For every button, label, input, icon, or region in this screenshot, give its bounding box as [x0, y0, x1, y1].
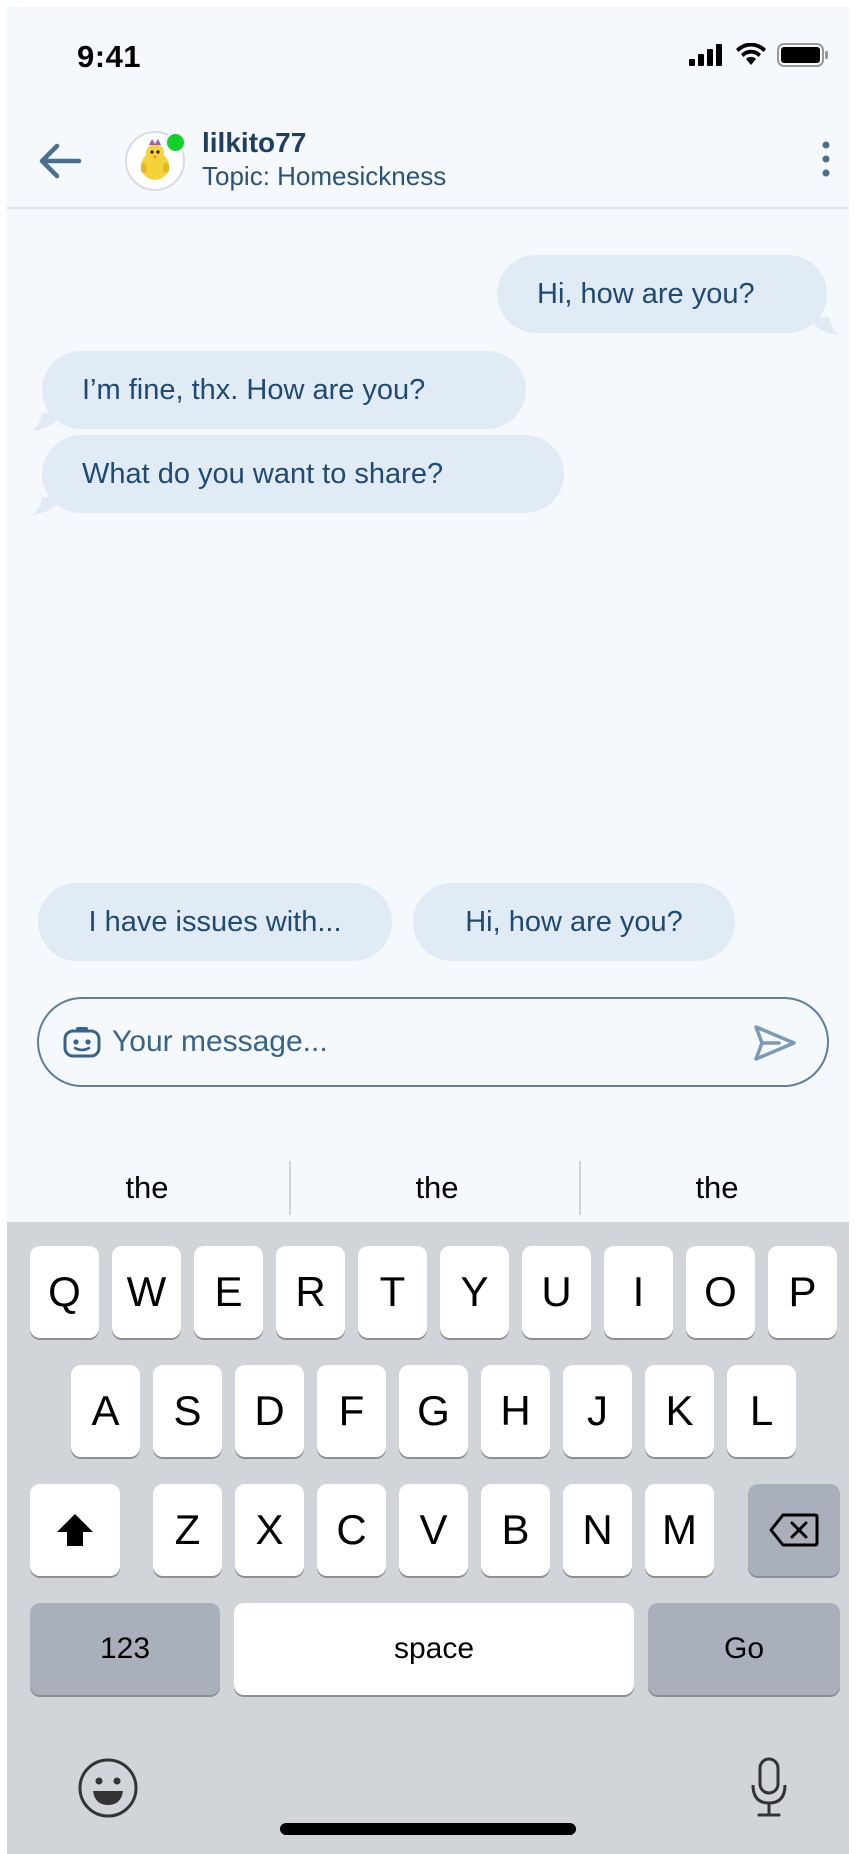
- key-g[interactable]: G: [399, 1365, 468, 1457]
- status-icons: [689, 43, 829, 67]
- outgoing-message: Hi, how are you?: [497, 255, 827, 333]
- cellular-signal-icon: [689, 44, 722, 66]
- message-text: What do you want to share?: [82, 458, 444, 490]
- bubble-tail: [32, 497, 56, 515]
- prediction-divider: [289, 1161, 291, 1215]
- key-m[interactable]: M: [645, 1484, 714, 1576]
- battery-icon: [777, 43, 828, 67]
- prediction-suggestion[interactable]: the: [577, 1145, 849, 1231]
- numbers-key[interactable]: 123: [30, 1603, 220, 1695]
- key-k[interactable]: K: [645, 1365, 714, 1457]
- more-options-icon[interactable]: [819, 139, 833, 179]
- microphone-icon[interactable]: [749, 1757, 789, 1819]
- quick-reply-chip[interactable]: Hi, how are you?: [413, 883, 735, 961]
- chat-partner-name[interactable]: lilkito77: [202, 127, 306, 159]
- chat-topic: Topic: Homesickness: [202, 161, 447, 191]
- key-q[interactable]: Q: [30, 1246, 99, 1338]
- key-p[interactable]: P: [768, 1246, 837, 1338]
- back-arrow-icon[interactable]: [37, 141, 83, 181]
- chat-screen: 9:41 lilkito77 Topic: Homesickness Hi, h…: [0, 0, 856, 1854]
- incoming-message: What do you want to share?: [42, 435, 564, 513]
- key-e[interactable]: E: [194, 1246, 263, 1338]
- shift-arrow-icon: [57, 1514, 93, 1546]
- key-h[interactable]: H: [481, 1365, 550, 1457]
- key-d[interactable]: D: [235, 1365, 304, 1457]
- keyboard: Q W E R T Y U I O P A S D F G H J K L Z …: [7, 1222, 849, 1854]
- online-status-dot: [165, 132, 186, 153]
- message-text: I’m fine, thx. How are you?: [82, 374, 426, 406]
- key-y[interactable]: Y: [440, 1246, 509, 1338]
- incoming-message: I’m fine, thx. How are you?: [42, 351, 526, 429]
- send-icon[interactable]: [753, 1023, 797, 1063]
- key-z[interactable]: Z: [153, 1484, 222, 1576]
- quick-reply-chip[interactable]: I have issues with...: [38, 883, 392, 961]
- message-text: Hi, how are you?: [537, 278, 755, 310]
- key-c[interactable]: C: [317, 1484, 386, 1576]
- key-f[interactable]: F: [317, 1365, 386, 1457]
- key-r[interactable]: R: [276, 1246, 345, 1338]
- message-input[interactable]: [112, 999, 712, 1085]
- backspace-key[interactable]: [748, 1484, 840, 1576]
- bubble-tail: [815, 317, 839, 335]
- space-key[interactable]: space: [234, 1603, 634, 1695]
- shift-key[interactable]: [30, 1484, 120, 1576]
- key-i[interactable]: I: [604, 1246, 673, 1338]
- emoji-icon[interactable]: [77, 1757, 139, 1819]
- home-indicator[interactable]: [280, 1823, 576, 1835]
- go-key[interactable]: Go: [648, 1603, 840, 1695]
- key-b[interactable]: B: [481, 1484, 550, 1576]
- status-time: 9:41: [77, 39, 142, 74]
- prediction-suggestion[interactable]: the: [7, 1145, 287, 1231]
- wifi-icon: [736, 43, 766, 65]
- key-v[interactable]: V: [399, 1484, 468, 1576]
- key-n[interactable]: N: [563, 1484, 632, 1576]
- key-s[interactable]: S: [153, 1365, 222, 1457]
- key-w[interactable]: W: [112, 1246, 181, 1338]
- key-u[interactable]: U: [522, 1246, 591, 1338]
- key-j[interactable]: J: [563, 1365, 632, 1457]
- prediction-suggestion[interactable]: the: [297, 1145, 577, 1231]
- predictive-text-bar: the the the: [7, 1145, 849, 1231]
- message-composer: [37, 997, 829, 1087]
- key-l[interactable]: L: [727, 1365, 796, 1457]
- bubble-tail: [32, 413, 56, 431]
- key-o[interactable]: O: [686, 1246, 755, 1338]
- key-x[interactable]: X: [235, 1484, 304, 1576]
- app-frame: 9:41 lilkito77 Topic: Homesickness Hi, h…: [7, 7, 849, 1854]
- key-t[interactable]: T: [358, 1246, 427, 1338]
- key-a[interactable]: A: [71, 1365, 140, 1457]
- delete-backspace-icon: [769, 1513, 819, 1547]
- chat-header: lilkito77 Topic: Homesickness: [7, 107, 849, 209]
- bot-icon[interactable]: [63, 1027, 101, 1059]
